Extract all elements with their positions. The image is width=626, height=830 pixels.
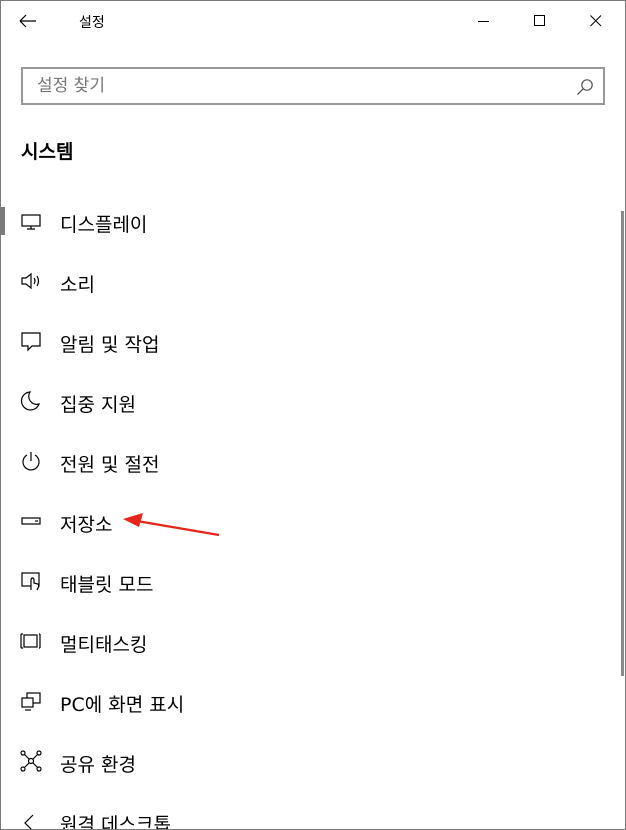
nav-item-label: 집중 지원 [60, 394, 136, 416]
nav-item-label: 전원 및 절전 [60, 454, 160, 476]
storage-icon [21, 517, 41, 525]
nav-item-multitasking[interactable]: 멀티태스킹 [1, 611, 601, 671]
nav-item-shared-experiences[interactable]: 공유 환경 [1, 731, 601, 791]
nav-item-power[interactable]: 전원 및 절전 [1, 431, 601, 491]
moon-icon [20, 391, 40, 411]
nav-item-notifications[interactable]: 알림 및 작업 [1, 311, 601, 371]
multitasking-icon [20, 633, 41, 649]
share-icon [20, 750, 42, 772]
search-icon[interactable] [576, 78, 594, 96]
tablet-icon [21, 572, 40, 591]
nav-item-label: 알림 및 작업 [60, 334, 160, 356]
nav-item-remote-desktop[interactable]: 원격 데스크톱 [1, 791, 601, 830]
settings-window: 설정 시스템 디스플레이 [0, 0, 626, 830]
notification-icon [21, 332, 41, 352]
window-title: 설정 [79, 15, 105, 31]
nav-item-storage[interactable]: 저장소 [1, 491, 601, 551]
nav-item-label: 태블릿 모드 [60, 574, 154, 596]
minimize-icon [478, 21, 489, 22]
maximize-button[interactable] [517, 5, 563, 37]
scrollbar[interactable] [621, 211, 624, 676]
nav-item-focus-assist[interactable]: 집중 지원 [1, 371, 601, 431]
close-icon [590, 15, 602, 27]
nav-item-sound[interactable]: 소리 [1, 251, 601, 311]
close-button[interactable] [573, 5, 619, 37]
search-input[interactable] [37, 76, 557, 96]
nav-item-project-to-pc[interactable]: PC에 화면 표시 [1, 671, 601, 731]
monitor-icon [21, 214, 41, 230]
maximize-icon [534, 15, 545, 26]
nav-item-label: 멀티태스킹 [60, 634, 148, 656]
selection-indicator [1, 207, 5, 235]
title-bar: 설정 [1, 1, 625, 41]
nav-item-label: 원격 데스크톱 [60, 814, 171, 830]
minimize-button[interactable] [461, 5, 507, 37]
project-icon [21, 692, 41, 711]
section-title: 시스템 [21, 141, 74, 163]
back-button[interactable] [13, 9, 43, 33]
remote-desktop-icon [24, 814, 34, 829]
nav-item-display[interactable]: 디스플레이 [1, 191, 601, 251]
nav-item-label: 공유 환경 [60, 754, 136, 776]
nav-item-label: PC에 화면 표시 [60, 694, 185, 716]
back-arrow-icon [19, 14, 36, 28]
nav-item-label: 디스플레이 [60, 214, 148, 236]
nav-item-label: 저장소 [60, 514, 113, 536]
search-box[interactable] [21, 67, 605, 105]
speaker-icon [21, 272, 40, 290]
power-icon [22, 452, 40, 471]
nav-item-label: 소리 [60, 274, 95, 296]
annotation-arrow [123, 513, 220, 537]
nav-item-tablet-mode[interactable]: 태블릿 모드 [1, 551, 601, 611]
